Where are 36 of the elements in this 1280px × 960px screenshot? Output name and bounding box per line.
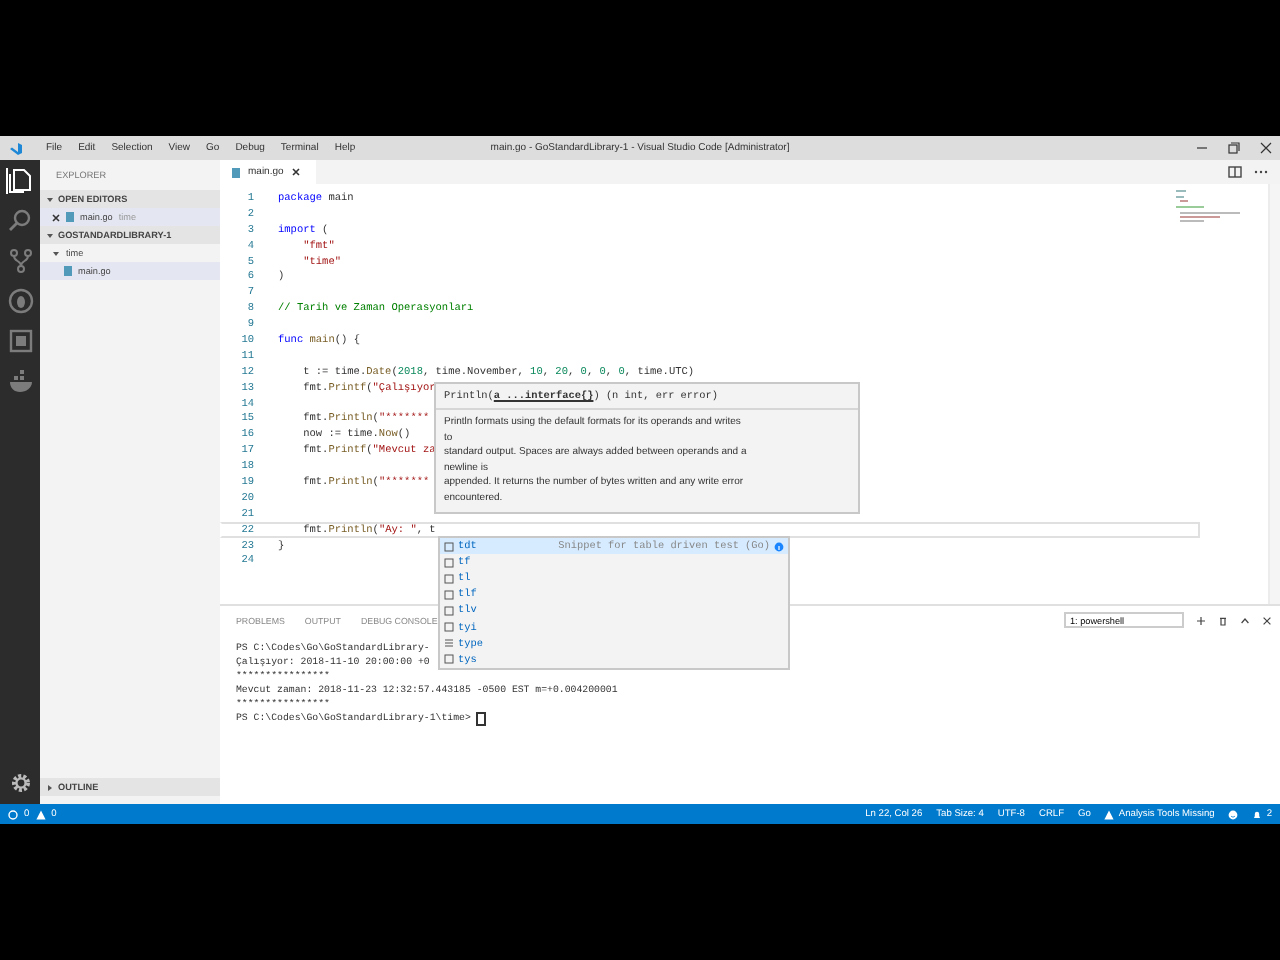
keyword-icon — [444, 638, 454, 649]
chevron-icon[interactable] — [52, 249, 60, 257]
warning-icon[interactable] — [35, 809, 46, 819]
minimize-icon[interactable] — [1196, 142, 1208, 154]
scrollbar[interactable] — [1268, 184, 1280, 604]
bug-icon[interactable] — [6, 288, 34, 314]
go-file-icon — [64, 266, 72, 276]
add-icon[interactable] — [1196, 615, 1206, 625]
whale-icon[interactable] — [6, 368, 34, 394]
close-icon[interactable] — [291, 168, 300, 176]
smiley-icon[interactable] — [1228, 809, 1239, 819]
app-logo-icon — [8, 141, 22, 155]
files-icon[interactable] — [6, 168, 34, 194]
error-icon[interactable] — [8, 809, 18, 819]
snippet-icon — [444, 654, 454, 665]
bell-icon[interactable] — [1252, 809, 1263, 819]
chevron-icon[interactable] — [46, 231, 54, 239]
close-icon[interactable] — [1260, 142, 1272, 154]
more-icon[interactable] — [1254, 166, 1268, 178]
go-file-icon — [66, 212, 74, 222]
terminal-cursor — [476, 712, 487, 726]
info-icon[interactable] — [774, 541, 784, 552]
maximize-icon[interactable] — [1240, 615, 1250, 625]
warning-icon — [1104, 809, 1115, 819]
close-icon[interactable] — [1262, 615, 1272, 625]
chevron-icon[interactable] — [46, 783, 54, 791]
branch-icon[interactable] — [6, 248, 34, 274]
chevron-icon[interactable] — [46, 195, 54, 203]
go-file-icon — [232, 167, 240, 177]
split-editor-icon[interactable] — [1228, 166, 1242, 178]
extensions-icon[interactable] — [6, 328, 34, 354]
search-icon[interactable] — [6, 208, 34, 234]
close-icon[interactable] — [52, 213, 60, 221]
restore-icon[interactable] — [1228, 142, 1240, 154]
settings-icon[interactable] — [9, 772, 31, 794]
trash-icon[interactable] — [1218, 615, 1228, 625]
